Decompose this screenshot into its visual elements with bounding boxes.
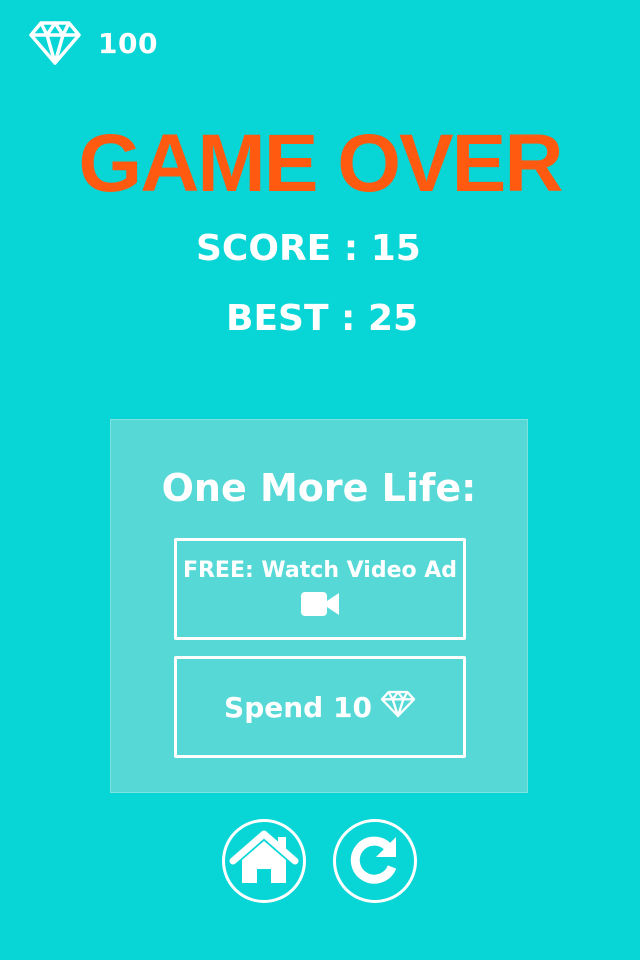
diamond-icon [28, 20, 82, 66]
spend-gems-button[interactable]: Spend 10 [174, 656, 466, 758]
one-more-life-panel: One More Life: FREE: Watch Video Ad Spen… [110, 419, 528, 793]
home-button[interactable] [222, 819, 306, 903]
gem-count: 100 [98, 26, 158, 60]
video-camera-icon [300, 591, 340, 621]
diamond-icon [372, 690, 416, 725]
replay-button[interactable] [333, 819, 417, 903]
watch-video-ad-button[interactable]: FREE: Watch Video Ad [174, 538, 466, 640]
spend-gems-label: Spend 10 [224, 690, 372, 724]
score-text: SCORE : 15 [196, 228, 421, 269]
watch-video-ad-label: FREE: Watch Video Ad [182, 558, 458, 583]
home-icon [229, 829, 299, 893]
gem-counter: 100 [28, 20, 158, 66]
panel-title: One More Life: [161, 466, 477, 510]
best-score-text: BEST : 25 [226, 298, 419, 339]
replay-icon [345, 829, 405, 893]
game-over-title: GAME OVER [78, 118, 563, 209]
